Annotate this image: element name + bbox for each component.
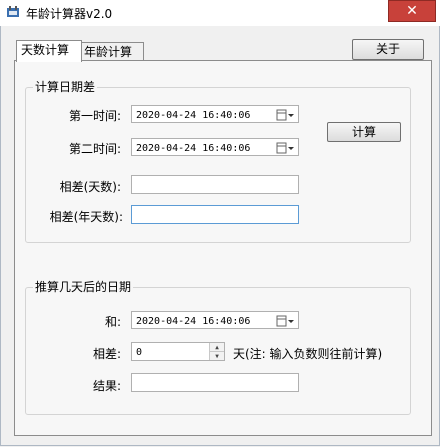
- title-bar: 年龄计算器v2.0 ✕: [0, 0, 440, 26]
- tab-age-calc[interactable]: 年龄计算: [79, 42, 144, 61]
- window-close-button[interactable]: ✕: [388, 0, 436, 22]
- second-time-label: 第二时间:: [68, 142, 121, 156]
- and-time-picker[interactable]: 2020-04-24 16:40:06: [131, 311, 299, 329]
- day-calc-panel: 计算日期差 第一时间: 2020-04-24 16:40:06 第二时间: 20…: [14, 60, 432, 436]
- offset-days-input[interactable]: 0 ▲ ▼: [131, 342, 225, 361]
- tab-day-calc-label: 天数计算: [21, 43, 70, 57]
- year-days-diff-field[interactable]: [131, 205, 299, 224]
- calendar-dropdown-icon: [276, 142, 294, 153]
- date-after-group-title: 推算几天后的日期: [33, 278, 134, 295]
- first-time-value: 2020-04-24 16:40:06: [136, 110, 251, 121]
- days-diff-field[interactable]: [131, 175, 299, 194]
- result-field[interactable]: [131, 373, 299, 392]
- calendar-dropdown-icon: [276, 109, 294, 120]
- spin-down-icon[interactable]: ▼: [210, 352, 224, 360]
- second-time-calendar-button[interactable]: [274, 140, 296, 155]
- tab-age-calc-label: 年龄计算: [84, 45, 133, 59]
- second-time-picker[interactable]: 2020-04-24 16:40:06: [131, 138, 299, 156]
- second-time-value: 2020-04-24 16:40:06: [136, 143, 251, 154]
- about-button-label: 关于: [375, 42, 400, 56]
- tab-day-calc[interactable]: 天数计算: [16, 40, 82, 62]
- close-icon: ✕: [406, 3, 418, 19]
- and-time-calendar-button[interactable]: [274, 313, 296, 328]
- date-diff-group-title: 计算日期差: [33, 78, 98, 95]
- first-time-picker[interactable]: 2020-04-24 16:40:06: [131, 105, 299, 123]
- offset-days-value: 0: [136, 347, 143, 358]
- calculate-button[interactable]: 计算: [327, 122, 401, 142]
- and-time-value: 2020-04-24 16:40:06: [136, 316, 251, 327]
- days-unit-note: 天(注: 输入负数则往前计算): [233, 347, 383, 361]
- first-time-label: 第一时间:: [68, 109, 121, 123]
- calendar-dropdown-icon: [276, 315, 294, 326]
- app-logo-icon: [7, 6, 19, 17]
- year-days-diff-label: 相差(年天数):: [49, 210, 123, 224]
- and-label: 和:: [104, 315, 121, 329]
- result-label: 结果:: [92, 379, 121, 393]
- about-button[interactable]: 关于: [352, 39, 424, 60]
- offset-days-label: 相差:: [92, 347, 121, 361]
- first-time-calendar-button[interactable]: [274, 107, 296, 122]
- offset-days-stepper[interactable]: ▲ ▼: [209, 343, 224, 360]
- days-diff-label: 相差(天数):: [59, 180, 121, 194]
- window-title: 年龄计算器v2.0: [26, 7, 113, 21]
- calculate-button-label: 计算: [351, 125, 376, 139]
